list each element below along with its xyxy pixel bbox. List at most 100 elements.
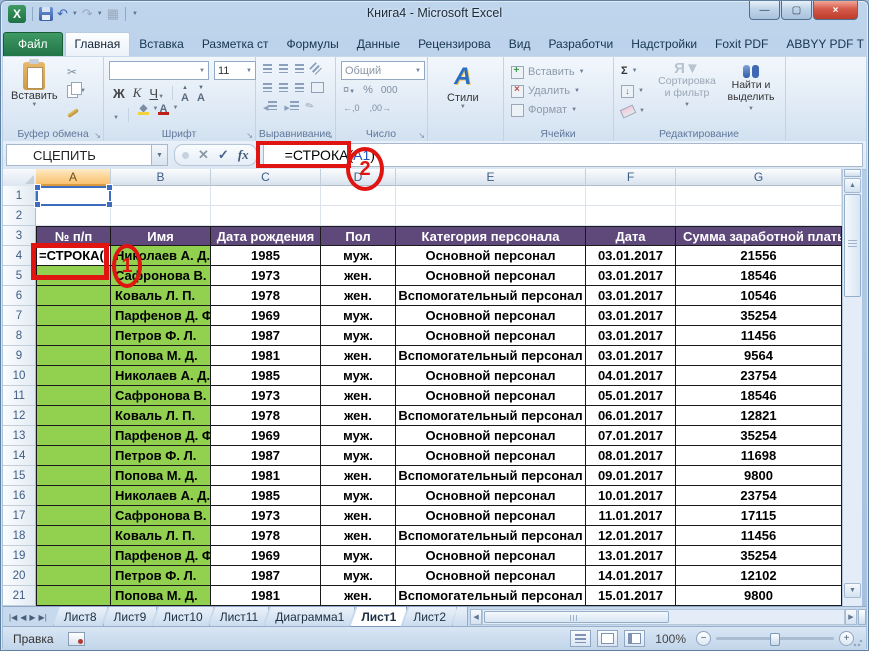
column-header-G[interactable]: G	[676, 169, 842, 186]
cell-E8[interactable]: Основной персонал	[396, 326, 586, 346]
dialog-launcher-icon[interactable]: ↘	[94, 131, 101, 140]
bold-button[interactable]: Ж	[113, 86, 125, 101]
table-header-5[interactable]: Дата	[586, 226, 676, 246]
cell-A10[interactable]	[36, 366, 111, 386]
cell-D12[interactable]: жен.	[321, 406, 396, 426]
cell-E9[interactable]: Вспомогательный персонал	[396, 346, 586, 366]
cell-G16[interactable]: 23754	[676, 486, 842, 506]
align-center-button[interactable]	[279, 83, 288, 92]
cell-E15[interactable]: Вспомогательный персонал	[396, 466, 586, 486]
row-header-13[interactable]: 13	[3, 426, 36, 446]
zoom-slider[interactable]: − +	[696, 631, 854, 646]
column-header-F[interactable]: F	[586, 169, 676, 186]
column-header-B[interactable]: B	[111, 169, 211, 186]
cell-B19[interactable]: Парфенов Д. Ф.	[111, 546, 211, 566]
ribbon-tab-5[interactable]: Данные	[348, 33, 409, 56]
cell-G19[interactable]: 35254	[676, 546, 842, 566]
cell-F17[interactable]: 11.01.2017	[586, 506, 676, 526]
cell-E12[interactable]: Вспомогательный персонал	[396, 406, 586, 426]
cancel-entry-icon[interactable]: ✕	[198, 147, 209, 163]
sheet-tab-Лист9[interactable]: Лист9	[103, 607, 158, 627]
cell-D15[interactable]: жен.	[321, 466, 396, 486]
cell-D10[interactable]: муж.	[321, 366, 396, 386]
wrap-text-icon[interactable]: ✎	[304, 100, 317, 114]
align-right-button[interactable]	[295, 83, 304, 92]
cell-C2[interactable]	[211, 206, 321, 226]
dialog-launcher-icon[interactable]: ↘	[246, 131, 253, 140]
cell-E14[interactable]: Основной персонал	[396, 446, 586, 466]
cell-C20[interactable]: 1987	[211, 566, 321, 586]
cell-E7[interactable]: Основной персонал	[396, 306, 586, 326]
row-header-14[interactable]: 14	[3, 446, 36, 466]
paste-button[interactable]: Вставить ▼	[11, 62, 58, 108]
cell-D18[interactable]: жен.	[321, 526, 396, 546]
italic-button[interactable]: К	[133, 85, 142, 101]
cell-F18[interactable]: 12.01.2017	[586, 526, 676, 546]
table-header-6[interactable]: Сумма заработной платы	[676, 226, 842, 246]
cell-G4[interactable]: 21556	[676, 246, 842, 266]
cell-D16[interactable]: муж.	[321, 486, 396, 506]
find-select-button[interactable]: Найти и выделить ▼	[721, 63, 781, 115]
cell-D6[interactable]: жен.	[321, 286, 396, 306]
sheet-tab-Диаграмма1[interactable]: Диаграмма1	[264, 607, 355, 627]
cell-E19[interactable]: Основной персонал	[396, 546, 586, 566]
cell-B7[interactable]: Парфенов Д. Ф.	[111, 306, 211, 326]
cell-A15[interactable]	[36, 466, 111, 486]
cell-B8[interactable]: Петров Ф. Л.	[111, 326, 211, 346]
cell-C17[interactable]: 1973	[211, 506, 321, 526]
cell-B17[interactable]: Сафронова В. М.	[111, 506, 211, 526]
cell-A8[interactable]	[36, 326, 111, 346]
cell-C18[interactable]: 1978	[211, 526, 321, 546]
cell-C19[interactable]: 1969	[211, 546, 321, 566]
cell-F7[interactable]: 03.01.2017	[586, 306, 676, 326]
name-box-dropdown-icon[interactable]: ▼	[152, 144, 168, 166]
prev-sheet-icon[interactable]: ◀	[20, 613, 26, 622]
row-header-21[interactable]: 21	[3, 586, 36, 606]
autosum-button[interactable]: Σ▼	[621, 63, 645, 79]
cell-D19[interactable]: муж.	[321, 546, 396, 566]
cell-D8[interactable]: муж.	[321, 326, 396, 346]
cell-F2[interactable]	[586, 206, 676, 226]
cell-B9[interactable]: Попова М. Д.	[111, 346, 211, 366]
percent-format-button[interactable]: %	[363, 84, 373, 96]
cell-F21[interactable]: 15.01.2017	[586, 586, 676, 606]
insert-function-icon[interactable]: fx	[238, 147, 249, 163]
decrease-indent-button[interactable]: ◀	[263, 101, 277, 112]
page-layout-view-button[interactable]	[597, 630, 618, 647]
currency-format-button[interactable]: ¤▼	[343, 84, 355, 96]
confirm-entry-icon[interactable]: ✓	[218, 147, 229, 163]
cell-C12[interactable]: 1978	[211, 406, 321, 426]
orientation-button[interactable]	[309, 62, 322, 75]
decrease-decimal-button[interactable]: ,00→	[370, 103, 392, 113]
column-header-C[interactable]: C	[211, 169, 321, 186]
ribbon-tab-1[interactable]: Главная	[65, 32, 131, 56]
cell-A7[interactable]	[36, 306, 111, 326]
font-color-button[interactable]: А▼	[158, 104, 169, 125]
row-header-10[interactable]: 10	[3, 366, 36, 386]
cell-G20[interactable]: 12102	[676, 566, 842, 586]
merge-center-button[interactable]	[311, 82, 324, 93]
cell-B6[interactable]: Коваль Л. П.	[111, 286, 211, 306]
row-header-16[interactable]: 16	[3, 486, 36, 506]
cell-B20[interactable]: Петров Ф. Л.	[111, 566, 211, 586]
cell-E4[interactable]: Основной персонал	[396, 246, 586, 266]
resize-grip[interactable]	[853, 637, 863, 647]
cell-A9[interactable]	[36, 346, 111, 366]
cell-G6[interactable]: 10546	[676, 286, 842, 306]
vertical-scrollbar[interactable]: ▲ ▼	[842, 169, 862, 606]
fill-color-button[interactable]: ◆▼	[138, 104, 149, 125]
cell-B18[interactable]: Коваль Л. П.	[111, 526, 211, 546]
cell-G5[interactable]: 18546	[676, 266, 842, 286]
cell-C16[interactable]: 1985	[211, 486, 321, 506]
row-header-11[interactable]: 11	[3, 386, 36, 406]
cell-A13[interactable]	[36, 426, 111, 446]
cell-A6[interactable]	[36, 286, 111, 306]
split-handle[interactable]	[844, 169, 861, 177]
cell-G15[interactable]: 9800	[676, 466, 842, 486]
cell-C14[interactable]: 1987	[211, 446, 321, 466]
row-header-9[interactable]: 9	[3, 346, 36, 366]
scroll-left-icon[interactable]: ◀	[470, 609, 482, 625]
cell-E16[interactable]: Основной персонал	[396, 486, 586, 506]
ribbon-tab-3[interactable]: Разметка ст	[193, 33, 278, 56]
cell-D2[interactable]	[321, 206, 396, 226]
